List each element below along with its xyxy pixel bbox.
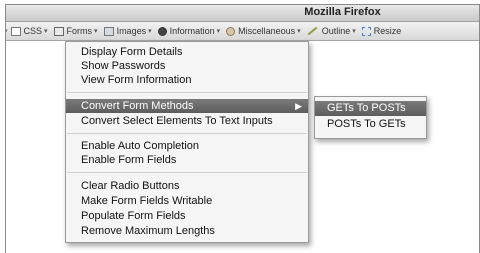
toolbar-css[interactable]: ▾ CSS ▾: [6, 26, 48, 36]
images-icon: [103, 26, 114, 36]
menu-item-label: Make Form Fields Writable: [81, 195, 213, 207]
chevron-down-icon: ▾: [6, 27, 8, 35]
menu-item-enable-auto-completion[interactable]: Enable Auto Completion: [66, 139, 308, 153]
menu-item-label: Enable Auto Completion: [81, 140, 200, 152]
menu-item-clear-radio-buttons[interactable]: Clear Radio Buttons: [66, 179, 308, 193]
toolbar-outline-label: Outline: [321, 26, 351, 36]
menu-separator: [67, 133, 307, 134]
menu-item-label: Clear Radio Buttons: [81, 180, 180, 192]
window-title: Mozilla Firefox: [304, 6, 381, 18]
menu-separator: [67, 92, 307, 93]
toolbar-forms[interactable]: Forms ▾: [53, 26, 98, 36]
forms-dropdown-menu: Display Form Details Show Passwords View…: [65, 41, 309, 243]
menu-item-view-form-information[interactable]: View Form Information: [66, 73, 308, 87]
toolbar-miscellaneous-label: Miscellaneous: [238, 26, 296, 36]
menu-item-enable-form-fields[interactable]: Enable Form Fields: [66, 153, 308, 167]
toolbar-outline[interactable]: Outline ▾: [307, 26, 356, 36]
menu-item-label: Remove Maximum Lengths: [81, 225, 215, 237]
css-icon: [10, 26, 21, 36]
menu-item-label: Convert Form Methods: [81, 100, 194, 112]
window-border-left: [5, 4, 6, 253]
chevron-down-icon: ▾: [297, 28, 301, 35]
chevron-down-icon: ▾: [94, 28, 98, 35]
submenu-item-label: POSTs To GETs: [327, 118, 406, 130]
information-icon: [157, 26, 167, 36]
outline-icon: [307, 26, 318, 36]
menu-item-label: Populate Form Fields: [81, 210, 186, 222]
chevron-down-icon: ▾: [148, 28, 152, 35]
resize-icon: [361, 26, 371, 36]
menu-item-label: Enable Form Fields: [81, 154, 177, 166]
toolbar-information-label: Information: [169, 26, 215, 36]
menu-item-label: Display Form Details: [81, 46, 183, 58]
menu-separator: [67, 172, 307, 173]
toolbar-resize-label: Resize: [373, 26, 402, 36]
convert-form-methods-submenu: GETs To POSTs POSTs To GETs: [314, 96, 427, 139]
menu-item-label: Show Passwords: [81, 60, 166, 72]
submenu-item-gets-to-posts[interactable]: GETs To POSTs: [315, 101, 426, 116]
submenu-item-posts-to-gets[interactable]: POSTs To GETs: [315, 117, 426, 132]
toolbar-information[interactable]: Information ▾: [157, 26, 221, 36]
chevron-down-icon: ▾: [216, 28, 221, 35]
miscellaneous-icon: [226, 26, 236, 36]
menu-item-convert-form-methods[interactable]: Convert Form Methods ▶: [66, 99, 308, 113]
menu-item-make-form-fields-writable[interactable]: Make Form Fields Writable: [66, 194, 308, 208]
title-bar[interactable]: Mozilla Firefox: [6, 5, 479, 22]
toolbar-images[interactable]: Images ▾: [103, 26, 152, 36]
menu-item-label: Convert Select Elements To Text Inputs: [81, 115, 273, 127]
submenu-arrow-icon: ▶: [295, 101, 302, 111]
toolbar-miscellaneous[interactable]: Miscellaneous ▾: [226, 26, 301, 36]
toolbar-resize[interactable]: Resize: [361, 26, 402, 36]
menu-item-show-passwords[interactable]: Show Passwords: [66, 59, 308, 73]
toolbar-css-label: CSS: [23, 26, 43, 36]
menu-item-display-form-details[interactable]: Display Form Details: [66, 45, 308, 59]
chevron-down-icon: ▾: [352, 28, 356, 35]
menu-item-convert-select-elements[interactable]: Convert Select Elements To Text Inputs: [66, 114, 308, 128]
toolbar-forms-label: Forms: [66, 26, 93, 36]
chevron-down-icon: ▾: [44, 28, 48, 35]
menu-item-label: View Form Information: [81, 74, 192, 86]
forms-icon: [53, 26, 64, 36]
submenu-item-label: GETs To POSTs: [327, 102, 406, 114]
toolbar-images-label: Images: [116, 26, 147, 36]
web-developer-toolbar: ▾ CSS ▾ Forms ▾ Images ▾ Information ▾ M…: [6, 22, 479, 41]
menu-item-populate-form-fields[interactable]: Populate Form Fields: [66, 209, 308, 223]
menu-item-remove-maximum-lengths[interactable]: Remove Maximum Lengths: [66, 224, 308, 238]
